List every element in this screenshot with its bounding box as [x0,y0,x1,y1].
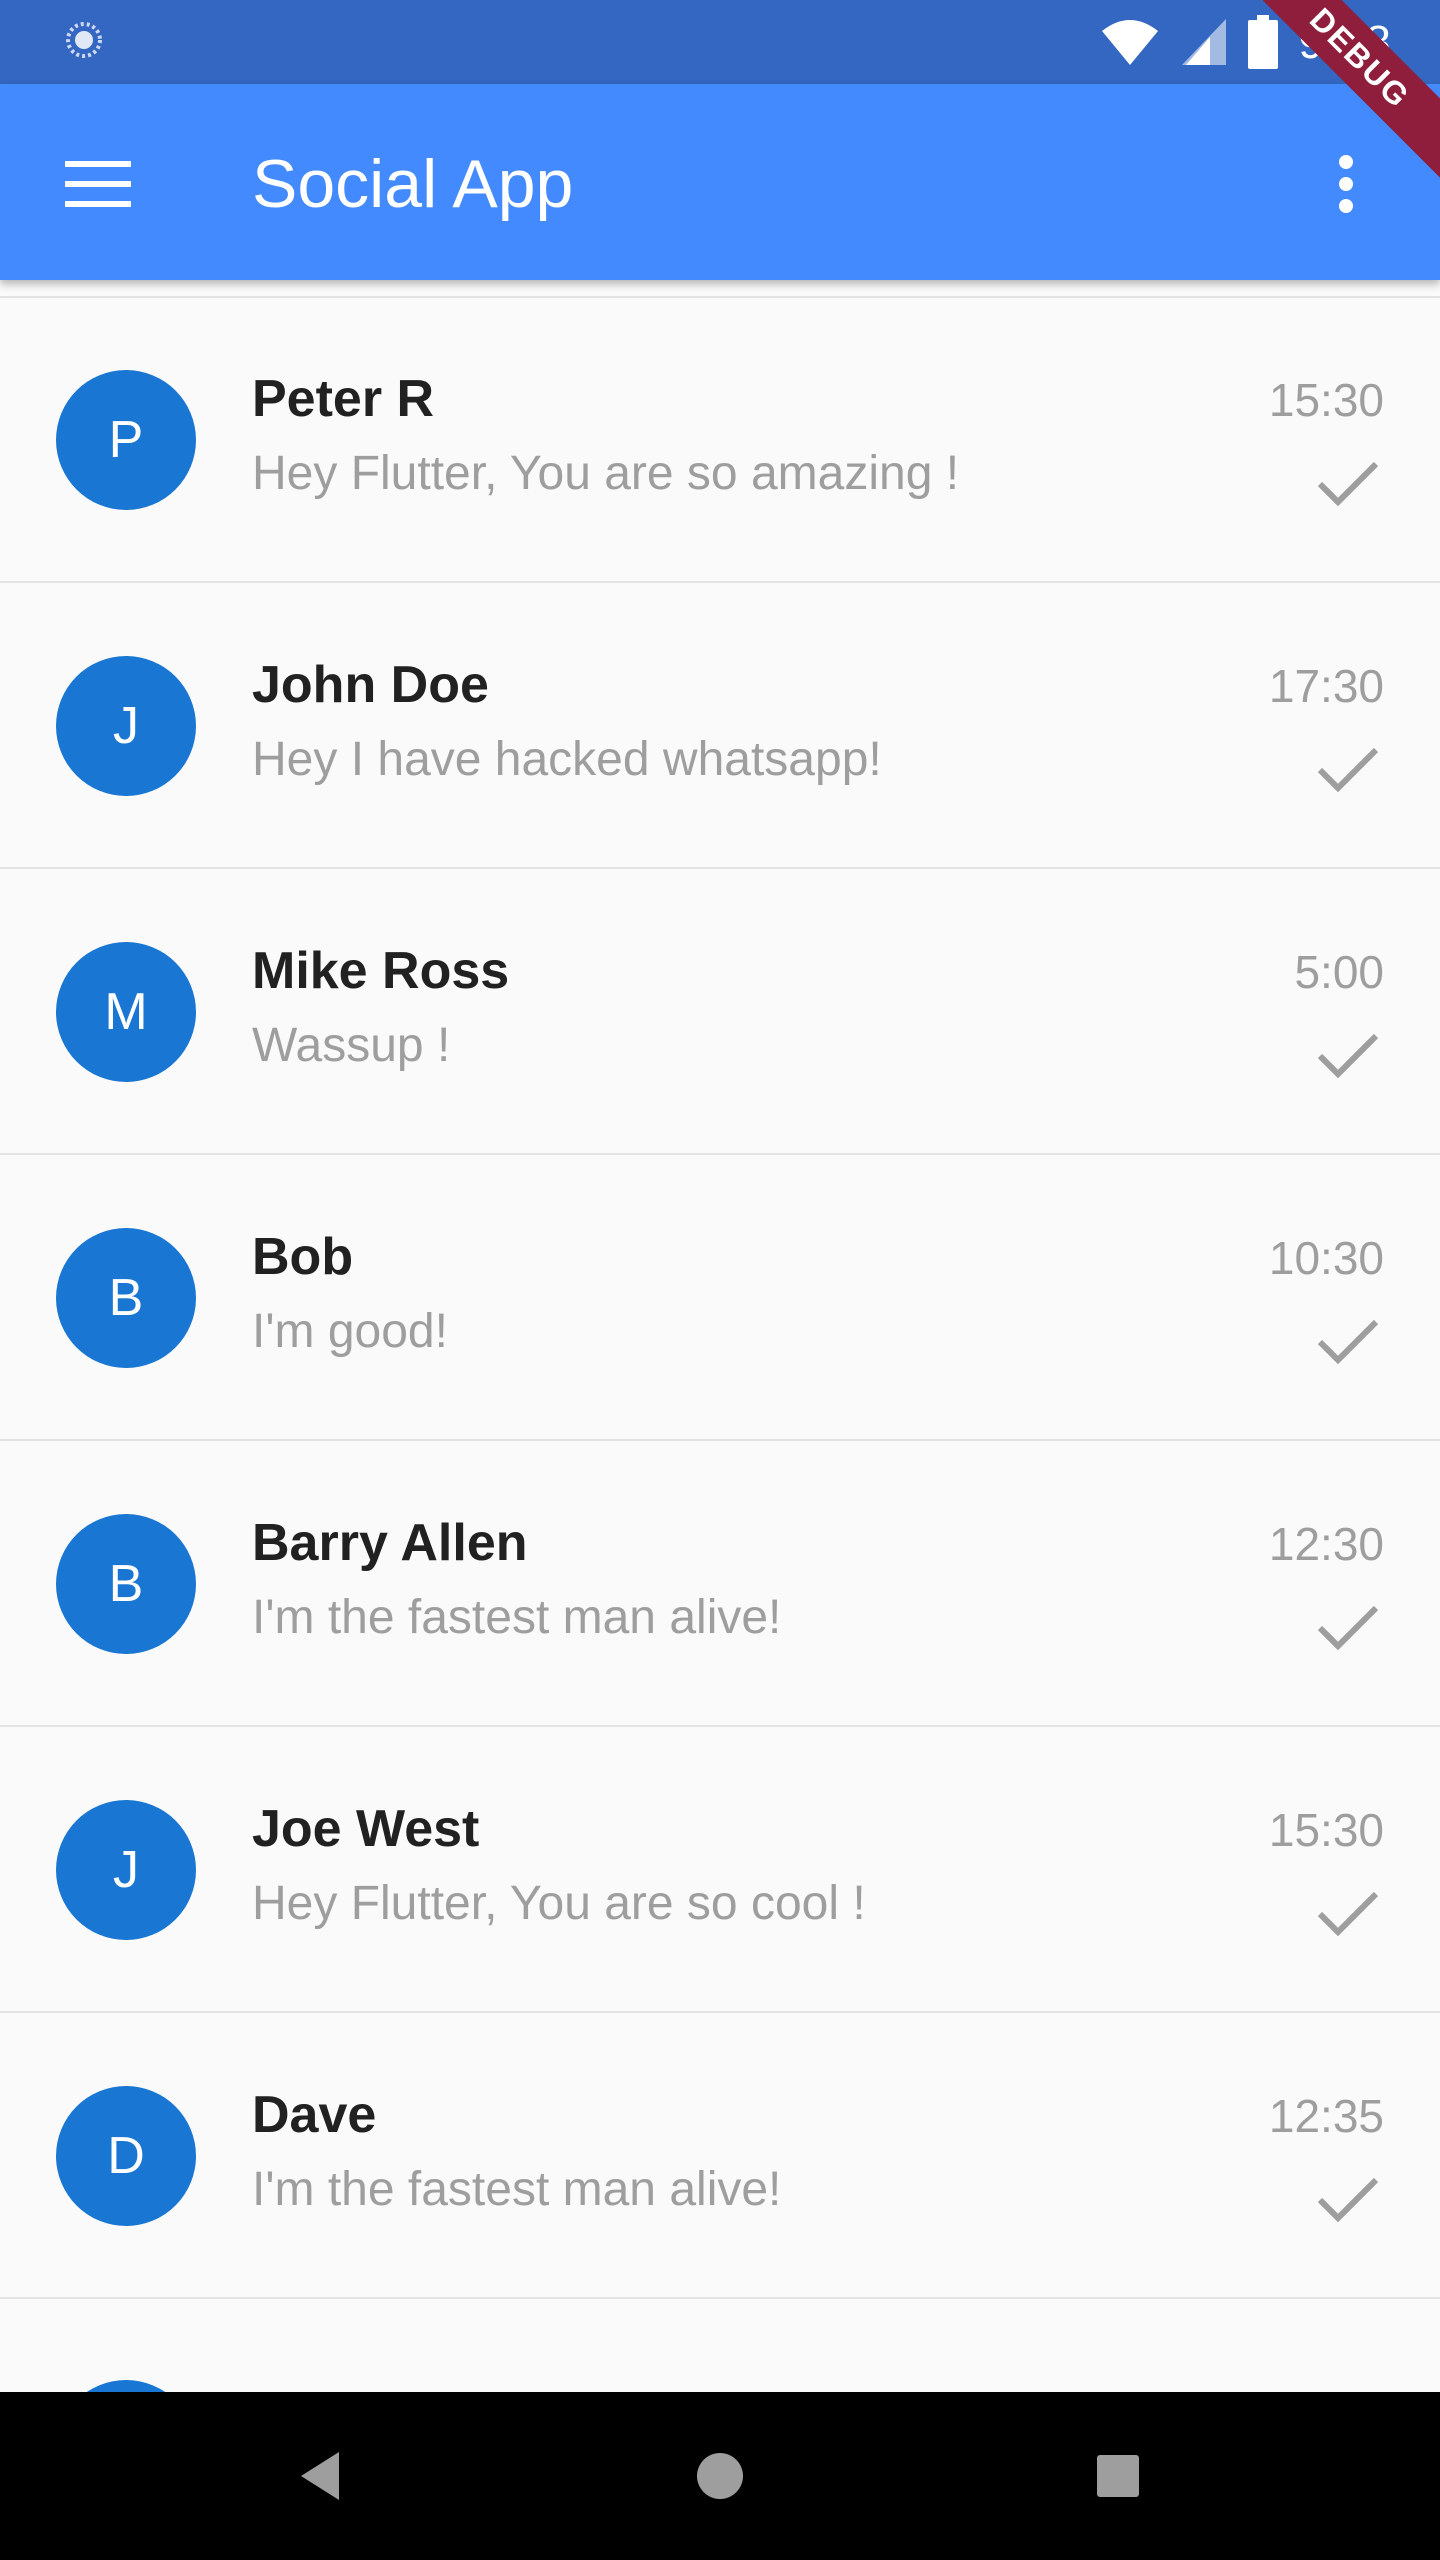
recents-icon [1097,2455,1139,2497]
chat-list-item[interactable]: D Dave I'm the fastest man alive! 12:35 [0,2014,1440,2299]
message-preview: Hey I have hacked whatsapp! [252,733,882,786]
page-title: Social App [252,146,574,222]
chat-list-item[interactable]: B Barry Allen I'm the fastest man alive! 12… [0,1442,1440,1727]
menu-button[interactable] [48,134,148,234]
check-icon [1317,1319,1379,1365]
status-bar: 9:28 [0,0,1440,84]
chat-list-item[interactable]: J John Doe Hey I have hacked whatsapp! 17:3… [0,584,1440,869]
avatar[interactable]: M [56,942,196,1082]
back-icon [301,2452,339,2500]
message-time: 15:30 [1268,374,1384,426]
check-icon [1317,747,1379,793]
check-icon [1317,2177,1379,2223]
chat-list-item[interactable]: M Mike Ross Wassup ! 5:00 [0,870,1440,1155]
avatar[interactable]: J [56,656,196,796]
avatar[interactable]: P [56,370,196,510]
check-icon [1317,1605,1379,1651]
message-time: 12:35 [1268,2090,1384,2142]
more-vert-icon [1339,155,1353,213]
overflow-menu-button[interactable] [1296,134,1396,234]
app-bar: Social App [0,84,1440,280]
check-icon [1317,1033,1379,1079]
contact-name: Joe West [252,1800,480,1858]
system-nav-bar [0,2392,1440,2560]
message-preview: Hey Flutter, You are so cool ! [252,1877,866,1930]
message-time: 17:30 [1268,660,1384,712]
wifi-icon [1102,20,1159,65]
menu-icon [65,161,131,207]
chat-list-item[interactable]: B Bob I'm good! 10:30 [0,1156,1440,1441]
contact-name: Peter R [252,370,435,428]
message-preview: Hey Flutter, You are so amazing ! [252,447,960,500]
message-time: 10:30 [1268,1232,1384,1284]
avatar[interactable]: B [56,1228,196,1368]
back-button[interactable] [270,2426,370,2526]
message-preview: Wassup ! [252,1019,451,1072]
message-time: 5:00 [1294,946,1384,998]
contact-name: Bob [252,1228,354,1286]
avatar[interactable]: J [56,1800,196,1940]
chat-list[interactable]: P Peter R Hey Flutter, You are so amazing … [0,280,1440,2392]
message-time: 12:30 [1268,1518,1384,1570]
contact-name: Barry Allen [252,1514,528,1572]
avatar-partial [56,2380,196,2392]
battery-icon [1248,15,1279,69]
contact-name: John Doe [252,656,489,714]
home-button[interactable] [670,2426,770,2526]
check-icon [1317,461,1379,507]
cell-signal-icon [1182,19,1227,65]
message-time: 15:30 [1268,1804,1384,1856]
check-icon [1317,1891,1379,1937]
contact-name: Dave [252,2086,377,2144]
contact-name: Mike Ross [252,942,510,1000]
message-preview: I'm the fastest man alive! [252,1591,782,1644]
avatar[interactable]: B [56,1514,196,1654]
sync-icon [66,22,102,58]
home-icon [697,2453,743,2499]
avatar[interactable]: D [56,2086,196,2226]
message-preview: I'm good! [252,1305,448,1358]
message-preview: I'm the fastest man alive! [252,2163,782,2216]
recents-button[interactable] [1068,2426,1168,2526]
chat-list-item[interactable]: P Peter R Hey Flutter, You are so amazing … [0,298,1440,583]
chat-list-item[interactable]: J Joe West Hey Flutter, You are so cool ! 1… [0,1728,1440,2013]
